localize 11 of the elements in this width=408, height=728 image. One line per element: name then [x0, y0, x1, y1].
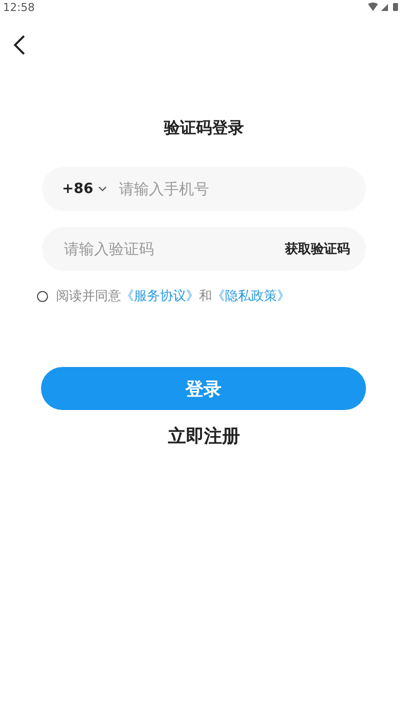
chevron-down-icon [98, 186, 108, 192]
register-link[interactable]: 立即注册 [168, 424, 240, 448]
country-code-selector[interactable]: +86 [62, 181, 108, 197]
agree-radio[interactable] [37, 290, 48, 302]
get-code-button[interactable]: 获取验证码 [285, 240, 350, 258]
page-title: 验证码登录 [164, 118, 244, 139]
status-icons [368, 2, 400, 12]
code-field[interactable]: 请输入验证码 获取验证码 [42, 227, 366, 271]
phone-field[interactable]: +86 请输入手机号 [42, 167, 366, 211]
agreement-text: 阅读并同意《服务协议》和《隐私政策》 [56, 288, 290, 305]
status-time: 12:58 [3, 0, 35, 14]
